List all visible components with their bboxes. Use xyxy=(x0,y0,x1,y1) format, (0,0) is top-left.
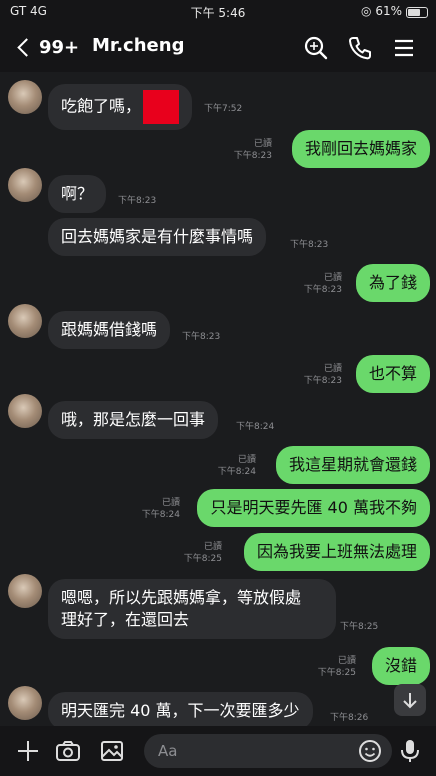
battery-icon xyxy=(406,7,428,18)
chat-title: Mr.cheng xyxy=(92,35,185,56)
message-incoming[interactable]: 跟媽媽借錢嗎 xyxy=(48,311,171,349)
message-outgoing[interactable]: 只是明天要先匯 40 萬我不夠 xyxy=(197,489,430,527)
read-receipt: 已讀 xyxy=(203,542,222,552)
message-outgoing[interactable]: 也不算 xyxy=(355,355,430,393)
message-incoming[interactable]: 哦，那是怎麼一回事 xyxy=(48,401,219,439)
read-receipt: 已讀 xyxy=(237,455,256,465)
redaction-mark xyxy=(143,90,180,124)
message-incoming[interactable]: 啊？ xyxy=(48,175,107,213)
message-time: 下午8:25 xyxy=(340,622,379,632)
unread-count: 99+ xyxy=(39,36,80,58)
avatar[interactable] xyxy=(8,304,42,338)
chat-header: 99+ Mr.cheng xyxy=(0,24,436,72)
image-icon[interactable] xyxy=(98,737,126,765)
input-bar xyxy=(0,726,436,776)
emoji-icon[interactable] xyxy=(356,737,384,765)
message-time: 下午8:23 xyxy=(118,196,157,206)
message-incoming[interactable]: 嗯嗯，所以先跟媽媽拿，等放假處 理好了，在還回去 xyxy=(48,579,336,639)
battery-percent: ◎ 61% xyxy=(361,4,402,18)
message-time: 下午8:23 xyxy=(303,376,342,386)
message-incoming[interactable]: 吃飽了嗎， xyxy=(48,84,193,130)
scroll-down-icon xyxy=(403,693,417,709)
camera-icon[interactable] xyxy=(54,737,82,765)
message-outgoing[interactable]: 我剛回去媽媽家 xyxy=(291,130,430,168)
message-time: 下午7:52 xyxy=(204,104,243,114)
read-receipt: 已讀 xyxy=(323,273,342,283)
read-receipt: 已讀 xyxy=(323,364,342,374)
back-button[interactable]: 99+ xyxy=(14,32,79,62)
back-chevron-icon xyxy=(17,37,36,57)
avatar[interactable] xyxy=(8,80,42,114)
avatar[interactable] xyxy=(8,574,42,608)
read-receipt: 已讀 xyxy=(253,139,272,149)
menu-icon[interactable] xyxy=(390,34,418,62)
avatar[interactable] xyxy=(8,394,42,428)
message-time: 下午8:25 xyxy=(317,668,356,678)
message-time: 下午8:23 xyxy=(233,151,272,161)
status-bar: GT 4G 下午 5:46 ◎ 61% xyxy=(0,0,436,24)
message-outgoing[interactable]: 沒錯 xyxy=(371,647,430,685)
message-time: 下午8:25 xyxy=(183,554,222,564)
phone-icon[interactable] xyxy=(346,34,374,62)
avatar[interactable] xyxy=(8,686,42,720)
search-icon[interactable] xyxy=(302,34,330,62)
microphone-icon[interactable] xyxy=(396,737,424,765)
message-time: 下午8:23 xyxy=(290,240,329,250)
message-time: 下午8:24 xyxy=(236,422,275,432)
message-incoming[interactable]: 明天匯完 40 萬，下一次要匯多少 xyxy=(48,692,313,730)
message-list[interactable]: 吃飽了嗎， 下午7:52 已讀 下午8:23 我剛回去媽媽家 啊？ 下午8:23… xyxy=(0,72,436,730)
message-time: 下午8:24 xyxy=(217,467,256,477)
message-outgoing[interactable]: 我這星期就會還錢 xyxy=(275,446,430,484)
read-receipt: 已讀 xyxy=(161,498,180,508)
message-input[interactable] xyxy=(144,734,392,768)
message-time: 下午8:24 xyxy=(141,510,180,520)
message-time: 下午8:23 xyxy=(303,285,342,295)
message-outgoing[interactable]: 因為我要上班無法處理 xyxy=(243,533,430,571)
scroll-down-button[interactable] xyxy=(394,684,426,716)
read-receipt: 已讀 xyxy=(337,656,356,666)
message-outgoing[interactable]: 為了錢 xyxy=(355,264,430,302)
message-incoming[interactable]: 回去媽媽家是有什麼事情嗎 xyxy=(48,218,267,256)
plus-icon[interactable] xyxy=(14,737,42,765)
message-time: 下午8:26 xyxy=(330,713,369,723)
avatar[interactable] xyxy=(8,168,42,202)
message-time: 下午8:23 xyxy=(182,332,221,342)
